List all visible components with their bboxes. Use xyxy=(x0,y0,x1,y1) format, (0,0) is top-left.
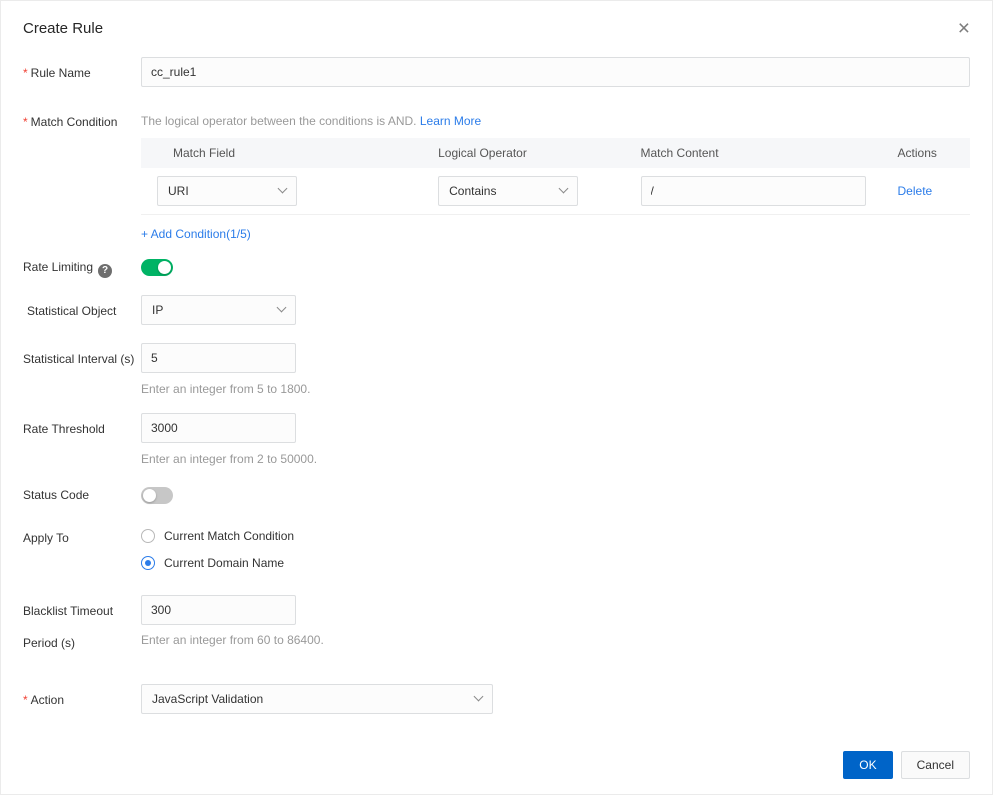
learn-more-link[interactable]: Learn More xyxy=(420,114,481,128)
create-rule-form: *Rule Name *Match Condition The logical … xyxy=(1,38,992,714)
apply-to-label: Apply To xyxy=(23,530,69,545)
statistical-interval-input[interactable] xyxy=(141,342,296,373)
rate-limiting-row: Rate Limiting? xyxy=(23,257,970,279)
header-match-field: Match Field xyxy=(141,138,423,168)
statistical-interval-row: Statistical Interval (s) Enter an intege… xyxy=(23,342,970,398)
rule-name-input[interactable] xyxy=(141,57,970,87)
statistical-object-label: Statistical Object xyxy=(27,303,117,318)
statistical-interval-label: Statistical Interval (s) xyxy=(23,351,135,366)
match-condition-label: * Match Condition xyxy=(23,115,118,129)
status-code-toggle[interactable] xyxy=(141,486,173,504)
chevron-down-icon xyxy=(473,691,484,702)
match-condition-row: * Match Condition The logical operator be… xyxy=(23,113,970,241)
radio-icon[interactable] xyxy=(141,528,155,543)
chevron-down-icon xyxy=(276,302,287,313)
rate-limiting-label: Rate Limiting? xyxy=(23,257,141,278)
close-icon[interactable]: × xyxy=(958,18,970,39)
page-title: Create Rule xyxy=(23,20,104,37)
apply-to-option-match-condition[interactable]: Current Match Condition xyxy=(141,528,970,543)
blacklist-timeout-input[interactable] xyxy=(141,594,296,625)
radio-icon[interactable] xyxy=(141,555,155,570)
required-marker: * xyxy=(23,66,28,80)
required-marker: * xyxy=(23,692,28,707)
header-logical-operator: Logical Operator xyxy=(422,138,625,168)
create-rule-dialog: Create Rule × *Rule Name *Match Conditio… xyxy=(0,0,993,795)
header-actions: Actions xyxy=(881,138,970,168)
rate-limiting-toggle[interactable] xyxy=(141,258,173,276)
status-code-row: Status Code xyxy=(23,485,970,507)
statistical-interval-hint: Enter an integer from 5 to 1800. xyxy=(141,381,311,396)
dialog-header: Create Rule × xyxy=(1,1,992,39)
statistical-object-row: Statistical Object IP xyxy=(23,294,970,325)
rate-threshold-hint: Enter an integer from 2 to 50000. xyxy=(141,451,318,466)
match-content-input[interactable] xyxy=(640,175,866,206)
header-match-content: Match Content xyxy=(624,138,882,168)
delete-link[interactable]: Delete xyxy=(898,184,933,198)
apply-to-option-domain-name[interactable]: Current Domain Name xyxy=(141,555,970,570)
required-marker: * xyxy=(23,115,28,129)
cancel-button[interactable]: Cancel xyxy=(900,751,970,779)
match-condition-description: The logical operator between the conditi… xyxy=(141,114,482,128)
help-icon[interactable]: ? xyxy=(98,263,113,278)
match-field-select[interactable]: URI xyxy=(157,175,297,206)
add-condition-link[interactable]: + Add Condition(1/5) xyxy=(141,227,251,241)
action-label: * Action xyxy=(23,692,65,707)
chevron-down-icon xyxy=(558,183,569,194)
apply-to-row: Apply To Current Match Condition Current… xyxy=(23,528,970,570)
match-condition-table: Match Field Logical Operator Match Conte… xyxy=(141,138,970,215)
logical-operator-select[interactable]: Contains xyxy=(438,175,579,206)
statistical-object-select[interactable]: IP xyxy=(141,294,296,325)
action-row: * Action JavaScript Validation xyxy=(23,683,970,714)
dialog-footer: OK Cancel xyxy=(843,751,970,779)
condition-row: URI Contains / Delete xyxy=(141,168,970,215)
blacklist-timeout-label: Blacklist Timeout Period (s) xyxy=(23,603,114,650)
rate-threshold-input[interactable] xyxy=(141,412,296,443)
rate-threshold-label: Rate Threshold xyxy=(23,421,105,436)
blacklist-timeout-hint: Enter an integer from 60 to 86400. xyxy=(141,632,324,647)
action-select[interactable]: JavaScript Validation xyxy=(141,683,493,714)
rule-name-row: * Rule Name xyxy=(23,57,970,87)
rate-threshold-row: Rate Threshold Enter an integer from 2 t… xyxy=(23,412,970,468)
chevron-down-icon xyxy=(277,183,288,194)
condition-header-row: Match Field Logical Operator Match Conte… xyxy=(141,138,970,168)
rule-name-label: * Rule Name xyxy=(23,66,91,80)
blacklist-timeout-row: Blacklist Timeout Period (s) Enter an in… xyxy=(23,594,970,659)
ok-button[interactable]: OK xyxy=(843,751,893,779)
status-code-label: Status Code xyxy=(23,487,90,502)
